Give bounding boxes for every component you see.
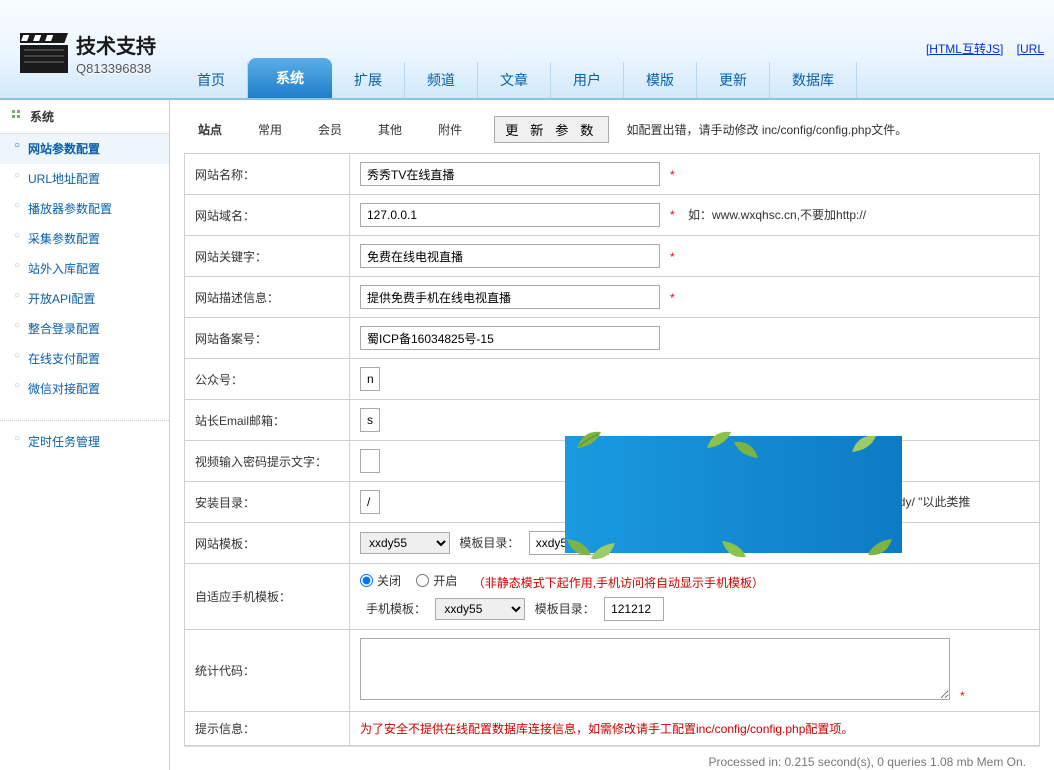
- radio-off-label: 关闭: [377, 572, 401, 589]
- icp-input[interactable]: [360, 326, 660, 350]
- mobile-off-radio[interactable]: [360, 574, 373, 587]
- description-label: 网站描述信息：: [185, 277, 350, 318]
- admin-email-input[interactable]: [360, 408, 380, 432]
- radio-on-label: 开启: [433, 572, 457, 589]
- sub-tab-1[interactable]: 常用: [244, 117, 296, 142]
- nav-item-1[interactable]: 系统: [248, 58, 332, 98]
- nav-item-3[interactable]: 频道: [405, 62, 478, 98]
- nav-item-8[interactable]: 数据库: [770, 62, 857, 98]
- mobile-tpl-sel-label: 手机模板：: [366, 602, 426, 616]
- req-mark: *: [670, 291, 675, 305]
- mobile-on-radio[interactable]: [416, 574, 429, 587]
- nav-item-0[interactable]: 首页: [175, 62, 248, 98]
- header: 技术支持 Q813396838 [HTML互转JS] [URL 首页系统扩展频道…: [0, 0, 1054, 100]
- sidebar-header: 系统: [0, 100, 169, 134]
- sidebar-item-0[interactable]: 网站参数配置: [0, 134, 169, 164]
- sidebar: 系统 网站参数配置URL地址配置播放器参数配置采集参数配置站外入库配置开放API…: [0, 100, 170, 770]
- logo-area: 技术支持 Q813396838: [20, 30, 156, 76]
- template-label: 网站模板：: [185, 523, 350, 564]
- sidebar-item-7[interactable]: 在线支付配置: [0, 344, 169, 374]
- video-pwd-label: 视频输入密码提示文字：: [185, 441, 350, 482]
- content: 站点常用会员其他附件更 新 参 数 如配置出错，请手动修改 inc/config/…: [170, 100, 1054, 770]
- mobile-radio-hint: （非静态模式下起作用,手机访问将自动显示手机模板）: [473, 576, 764, 590]
- sidebar-list: 网站参数配置URL地址配置播放器参数配置采集参数配置站外入库配置开放API配置整…: [0, 134, 169, 457]
- req-mark: *: [670, 250, 675, 264]
- site-domain-label: 网站域名：: [185, 195, 350, 236]
- keywords-input[interactable]: [360, 244, 660, 268]
- sidebar-item-5[interactable]: 开放API配置: [0, 284, 169, 314]
- mobile-tpl-select[interactable]: xxdy55: [435, 598, 525, 620]
- req-mark: *: [960, 689, 965, 703]
- public-account-label: 公众号：: [185, 359, 350, 400]
- html-js-link[interactable]: [HTML互转JS]: [926, 42, 1003, 56]
- mobile-tpl-label: 自适应手机模板：: [185, 564, 350, 630]
- sidebar-item-9[interactable]: 定时任务管理: [0, 420, 169, 457]
- sidebar-title: 系统: [30, 108, 54, 125]
- video-pwd-input[interactable]: [360, 449, 380, 473]
- sub-tab-4[interactable]: 附件: [424, 117, 476, 142]
- sidebar-item-4[interactable]: 站外入库配置: [0, 254, 169, 284]
- site-name-label: 网站名称：: [185, 154, 350, 195]
- sidebar-item-6[interactable]: 整合登录配置: [0, 314, 169, 344]
- domain-hint: 如：www.wxqhsc.cn,不要加http://: [685, 208, 866, 222]
- site-name-input[interactable]: [360, 162, 660, 186]
- sidebar-item-1[interactable]: URL地址配置: [0, 164, 169, 194]
- notice-text: 为了安全不提供在线配置数据库连接信息，如需修改请手工配置inc/config/c…: [350, 712, 1040, 746]
- top-links: [HTML互转JS] [URL: [916, 40, 1044, 57]
- update-params-button[interactable]: 更 新 参 数: [494, 116, 608, 143]
- url-link[interactable]: [URL: [1017, 42, 1044, 56]
- footer-status: Processed in: 0.215 second(s), 0 queries…: [184, 746, 1040, 770]
- nav-item-7[interactable]: 更新: [697, 62, 770, 98]
- sidebar-item-2[interactable]: 播放器参数配置: [0, 194, 169, 224]
- sub-tab-0[interactable]: 站点: [184, 117, 236, 142]
- sub-tab-3[interactable]: 其他: [364, 117, 416, 142]
- template-select[interactable]: xxdy55: [360, 532, 450, 554]
- nav-item-2[interactable]: 扩展: [332, 62, 405, 98]
- mobile-dir-label: 模板目录：: [535, 602, 595, 616]
- decorative-overlay: [565, 436, 902, 553]
- nav-item-4[interactable]: 文章: [478, 62, 551, 98]
- keywords-label: 网站关键字：: [185, 236, 350, 277]
- admin-email-label: 站长Email邮箱：: [185, 400, 350, 441]
- tpl-dir-label: 模板目录：: [459, 536, 519, 550]
- sidebar-item-3[interactable]: 采集参数配置: [0, 224, 169, 254]
- sub-tab-2[interactable]: 会员: [304, 117, 356, 142]
- install-dir-label: 安装目录：: [185, 482, 350, 523]
- install-dir-input[interactable]: [360, 490, 380, 514]
- req-mark: *: [670, 208, 675, 222]
- logo-title: 技术支持: [76, 30, 156, 59]
- public-account-input[interactable]: [360, 367, 380, 391]
- mobile-dir-input[interactable]: [604, 597, 664, 621]
- stats-code-label: 统计代码：: [185, 630, 350, 712]
- logo-subtitle: Q813396838: [76, 61, 156, 76]
- nav-item-6[interactable]: 模版: [624, 62, 697, 98]
- clapperboard-icon: [20, 33, 68, 73]
- tree-icon: [12, 109, 24, 124]
- sub-tabs: 站点常用会员其他附件更 新 参 数 如配置出错，请手动修改 inc/config/…: [184, 110, 1040, 153]
- description-input[interactable]: [360, 285, 660, 309]
- nav-item-5[interactable]: 用户: [551, 62, 624, 98]
- icp-label: 网站备案号：: [185, 318, 350, 359]
- req-mark: *: [670, 168, 675, 182]
- main-nav: 首页系统扩展频道文章用户模版更新数据库: [175, 58, 857, 98]
- site-domain-input[interactable]: [360, 203, 660, 227]
- stats-code-textarea[interactable]: [360, 638, 950, 700]
- subtabs-note: 如配置出错，请手动修改 inc/config/config.php文件。: [627, 121, 908, 138]
- notice-label: 提示信息：: [185, 712, 350, 746]
- sidebar-item-8[interactable]: 微信对接配置: [0, 374, 169, 404]
